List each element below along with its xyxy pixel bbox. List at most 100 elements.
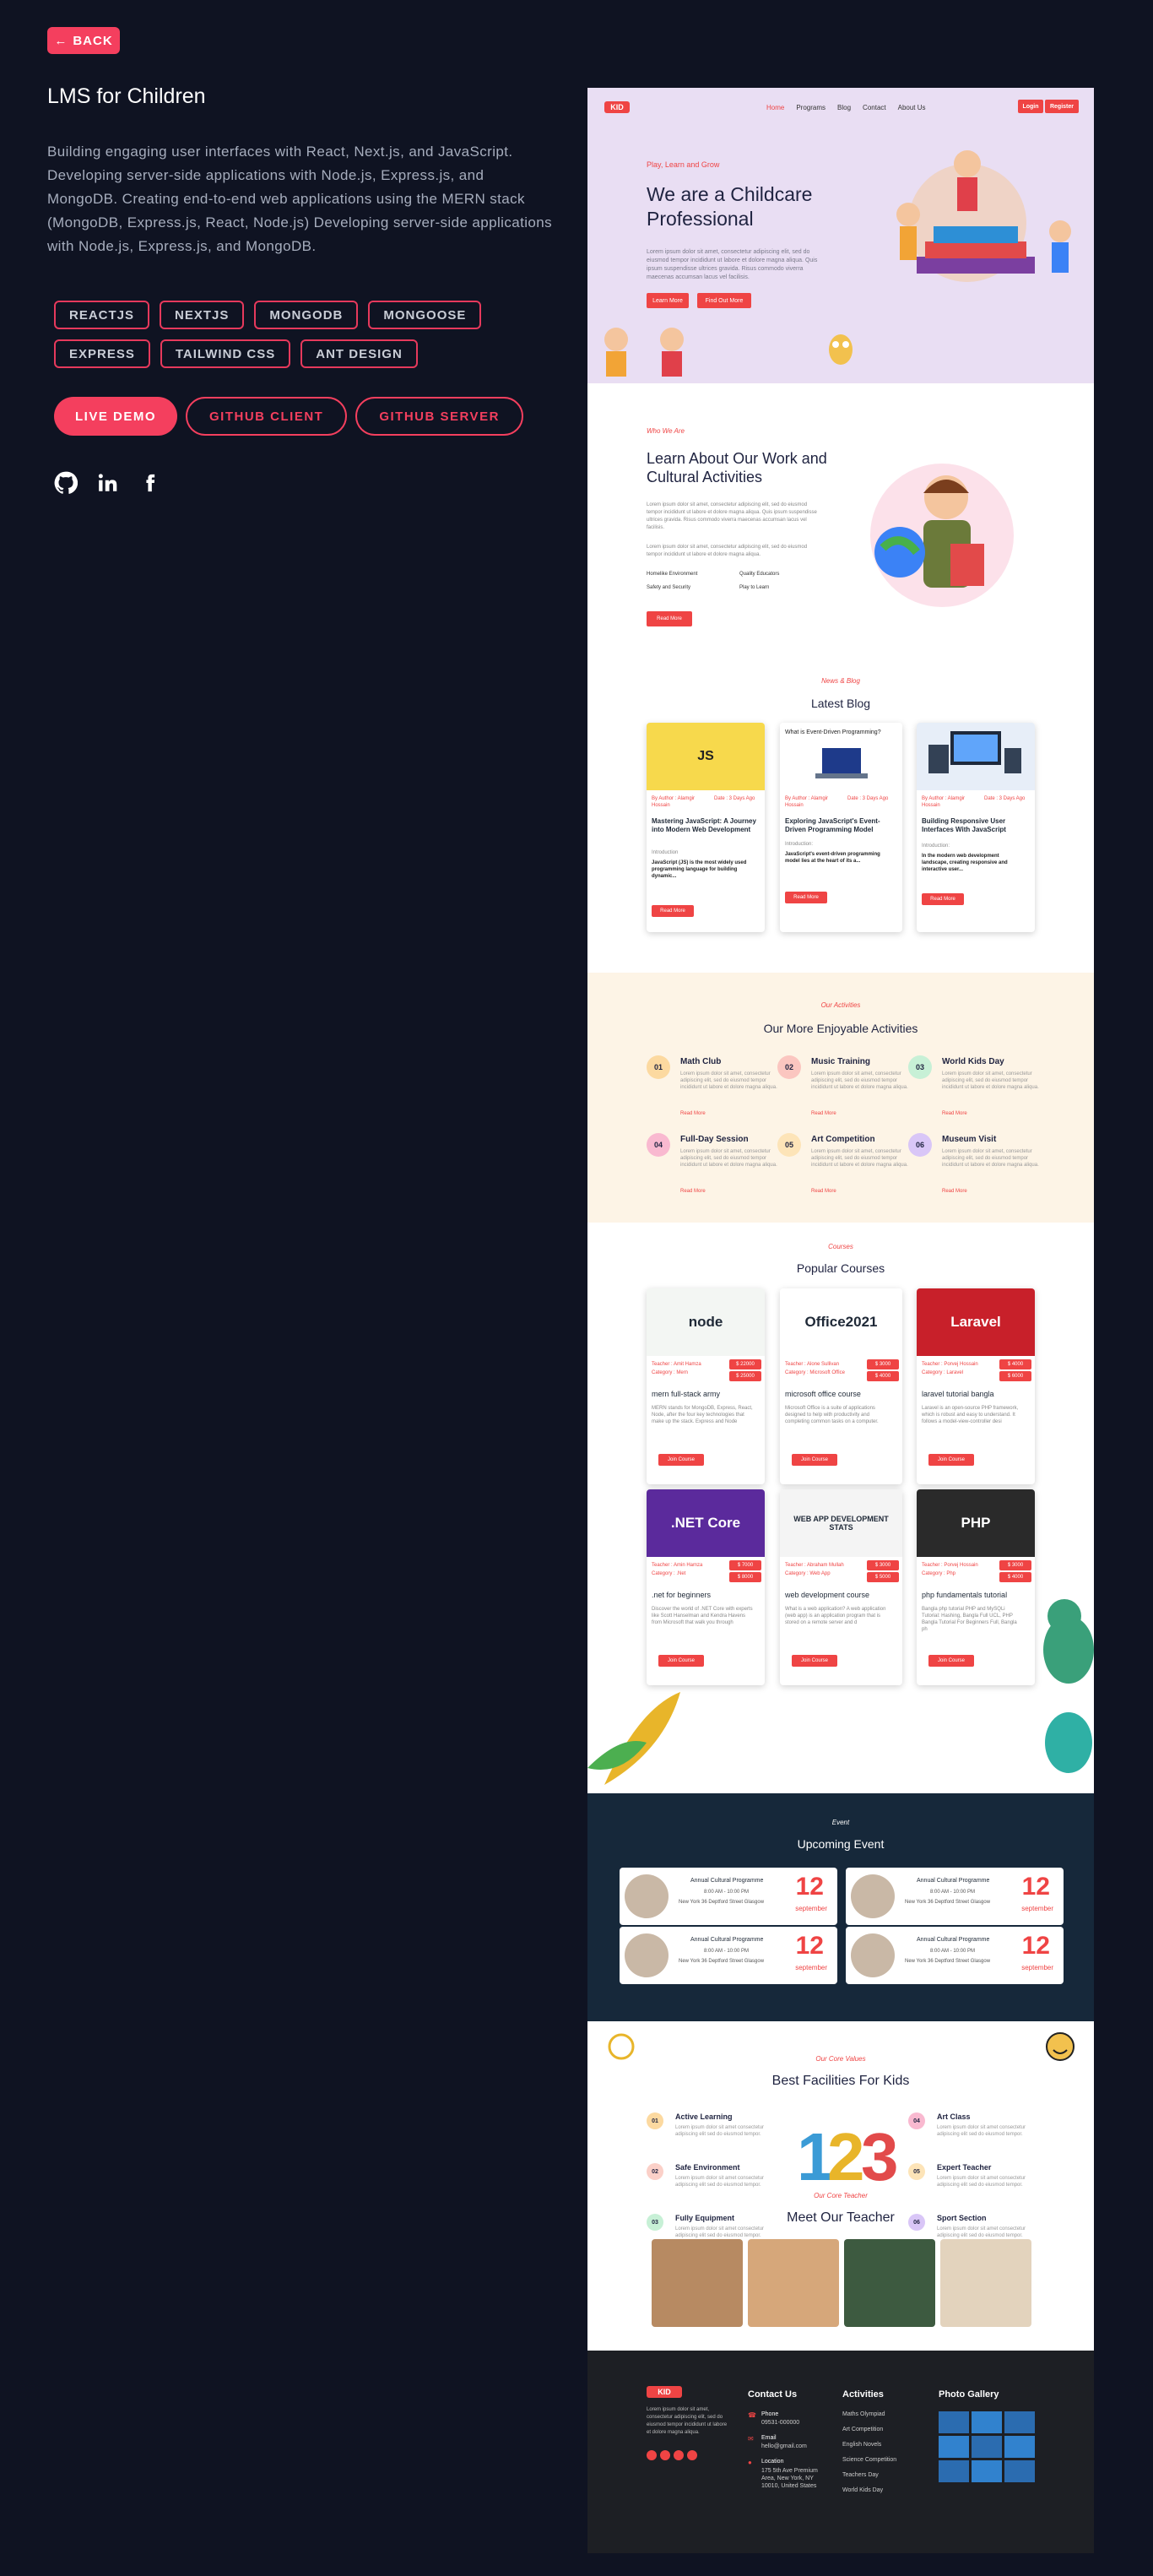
blog-card[interactable]: JS By Author : Alamgir Hossain Date : 3 … (647, 723, 765, 932)
preview-nav-blog[interactable]: Blog (837, 104, 851, 111)
location-icon: ● (748, 2459, 752, 2466)
preview-register-button[interactable]: Register (1045, 100, 1079, 113)
event-card[interactable]: Annual Cultural Programme 8:00 AM - 10:00… (620, 1927, 837, 1984)
facebook-icon[interactable] (138, 471, 162, 495)
github-icon[interactable] (54, 471, 78, 495)
gallery-photo[interactable] (939, 2436, 969, 2458)
preview-nav-home[interactable]: Home (766, 104, 784, 111)
svg-text:2: 2 (827, 2119, 865, 2194)
blog-read-more-button[interactable]: Read More (785, 892, 827, 903)
gallery-photo[interactable] (972, 2436, 1002, 2458)
footer-activity-link[interactable]: World Kids Day (842, 2487, 883, 2493)
instagram-icon[interactable] (674, 2450, 684, 2460)
phone-icon: ☎ (748, 2411, 756, 2419)
course-card[interactable]: Laravel Teacher : Porvej Hossain Category … (917, 1288, 1035, 1484)
event-location: New York 36 Deptford Street Glasgow (905, 1900, 991, 1905)
course-card[interactable]: node Teacher : Amit Hamza Category : Mern $… (647, 1288, 765, 1484)
back-button[interactable]: ← BACK (47, 27, 120, 54)
footer-activity-link[interactable]: English Novels (842, 2442, 881, 2448)
activity-read-more-link[interactable]: Read More (811, 1189, 836, 1194)
gallery-photo[interactable] (972, 2411, 1002, 2433)
tag-express: EXPRESS (54, 339, 150, 368)
footer-phone-label: Phone (761, 2411, 779, 2417)
gallery-photo[interactable] (939, 2411, 969, 2433)
gallery-photo[interactable] (1004, 2460, 1035, 2482)
project-preview: KID Home Programs Blog Contact About Us … (587, 88, 1094, 2553)
activity-read-more-link[interactable]: Read More (942, 1111, 967, 1116)
footer-activity-link[interactable]: Science Competition (842, 2457, 896, 2463)
hero-learn-button[interactable]: Learn More (647, 293, 689, 308)
blog-intro: Introduction: (785, 842, 814, 847)
teacher-photo[interactable] (748, 2239, 839, 2327)
join-course-button[interactable]: Join Course (928, 1454, 974, 1466)
blog-read-more-button[interactable]: Read More (652, 905, 694, 917)
event-card[interactable]: Annual Cultural Programme 8:00 AM - 10:00… (846, 1868, 1064, 1925)
tag-mongodb: MONGODB (254, 301, 359, 329)
teacher-photo[interactable] (844, 2239, 935, 2327)
course-price: $ 7000 (729, 1560, 761, 1570)
live-demo-button[interactable]: LIVE DEMO (54, 397, 177, 436)
activity-read-more-link[interactable]: Read More (680, 1189, 706, 1194)
github-client-button[interactable]: GITHUB CLIENT (186, 397, 348, 436)
teacher-photo[interactable] (652, 2239, 743, 2327)
tag-tailwind: TAILWIND CSS (160, 339, 291, 368)
blog-read-more-button[interactable]: Read More (922, 893, 964, 905)
event-month: september (1021, 1905, 1053, 1912)
blog-card[interactable]: What is Event-Driven Programming? By Aut… (780, 723, 902, 932)
preview-login-button[interactable]: Login (1018, 100, 1043, 113)
blog-card[interactable]: By Author : Alamgir Hossain Date : 3 Day… (917, 723, 1035, 932)
activity-title: Museum Visit (942, 1135, 997, 1144)
course-card[interactable]: PHP Teacher : Porvej Hossain Category : Ph… (917, 1489, 1035, 1685)
footer-activity-link[interactable]: Maths Olympiad (842, 2411, 885, 2417)
join-course-button[interactable]: Join Course (928, 1655, 974, 1667)
facility-title: Sport Section (937, 2214, 987, 2222)
footer-logo: KID (647, 2386, 682, 2398)
course-card[interactable]: WEB APP DEVELOPMENT STATS Teacher : Abrah… (780, 1489, 902, 1685)
teacher-photo[interactable] (940, 2239, 1031, 2327)
event-month: september (795, 1964, 827, 1971)
event-card[interactable]: Annual Cultural Programme 8:00 AM - 10:00… (846, 1927, 1064, 1984)
course-price: $ 3000 (867, 1359, 899, 1369)
courses-subtitle: Courses (828, 1243, 853, 1250)
preview-nav-programs[interactable]: Programs (796, 104, 826, 111)
activity-read-more-link[interactable]: Read More (942, 1189, 967, 1194)
footer-email: hello@gmail.com (761, 2443, 807, 2449)
activity-number: 03 (908, 1055, 932, 1079)
join-course-button[interactable]: Join Course (792, 1454, 837, 1466)
course-price: $ 22000 (729, 1359, 761, 1369)
footer-contact-title: Contact Us (748, 2389, 798, 2400)
event-card[interactable]: Annual Cultural Programme 8:00 AM - 10:00… (620, 1868, 837, 1925)
course-category: Category : Web App (785, 1571, 831, 1576)
hero-find-button[interactable]: Find Out More (697, 293, 751, 308)
twitter-icon[interactable] (660, 2450, 670, 2460)
linkedin-icon[interactable] (687, 2450, 697, 2460)
event-month: september (795, 1905, 827, 1912)
course-card[interactable]: .NET Core Teacher : Amin Hamza Category : … (647, 1489, 765, 1685)
tag-reactjs: REACTJS (54, 301, 150, 329)
gallery-photo[interactable] (972, 2460, 1002, 2482)
course-text: Bangla php tutorial PHP and MySQLi Tutor… (922, 1607, 1017, 1632)
activity-read-more-link[interactable]: Read More (811, 1111, 836, 1116)
about-read-more-button[interactable]: Read More (647, 611, 692, 626)
facebook-icon[interactable] (647, 2450, 657, 2460)
gallery-photo[interactable] (1004, 2436, 1035, 2458)
linkedin-icon[interactable] (96, 471, 120, 495)
course-card[interactable]: Office2021 Teacher : Alone Sullivan Catego… (780, 1288, 902, 1484)
facility-text: Lorem ipsum dolor sit amet consectetur a… (675, 2125, 765, 2137)
activity-read-more-link[interactable]: Read More (680, 1111, 706, 1116)
join-course-button[interactable]: Join Course (792, 1655, 837, 1667)
gallery-photo[interactable] (1004, 2411, 1035, 2433)
github-server-button[interactable]: GITHUB SERVER (355, 397, 523, 436)
course-title: microsoft office course (785, 1390, 861, 1398)
teachers-subtitle: Our Core Teacher (814, 2192, 868, 2199)
footer-activity-link[interactable]: Art Competition (842, 2427, 883, 2432)
event-photo (625, 1874, 669, 1918)
preview-nav-contact[interactable]: Contact (863, 104, 886, 111)
join-course-button[interactable]: Join Course (658, 1655, 704, 1667)
footer-activity-link[interactable]: Teachers Day (842, 2472, 879, 2478)
arrow-left-icon: ← (54, 33, 68, 48)
preview-nav-about[interactable]: About Us (898, 104, 926, 111)
activity-title: Art Competition (811, 1135, 875, 1144)
gallery-photo[interactable] (939, 2460, 969, 2482)
join-course-button[interactable]: Join Course (658, 1454, 704, 1466)
